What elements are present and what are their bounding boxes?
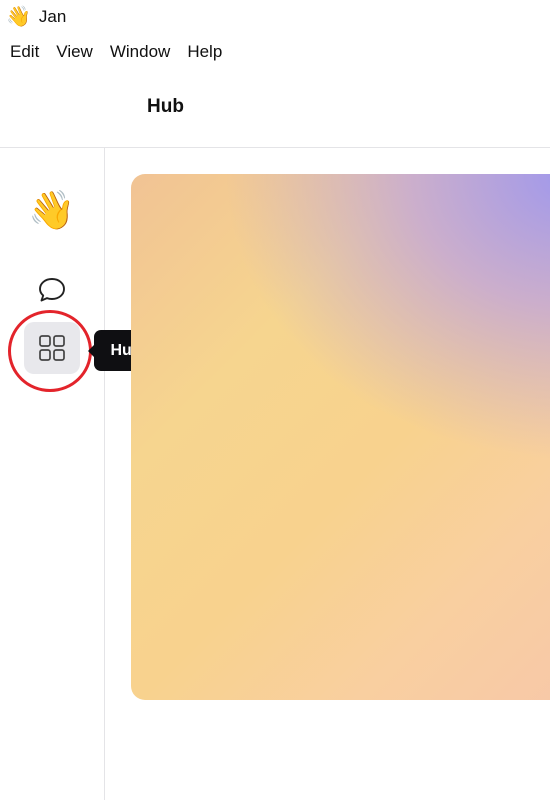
grid-icon — [39, 335, 65, 361]
app-emoji-icon: 👋 — [6, 6, 31, 28]
sidebar-divider — [104, 147, 105, 800]
title-bar: 👋 Jan — [0, 0, 550, 34]
app-window: 👋 Jan Edit View Window Help Hub 👋 Hub — [0, 0, 550, 800]
menu-view[interactable]: View — [56, 42, 93, 62]
sidebar-item-hub[interactable] — [24, 322, 80, 374]
sidebar: 👋 — [0, 148, 104, 800]
wave-emoji-icon: 👋 — [28, 190, 76, 232]
window-title: Jan — [38, 7, 67, 26]
hub-hero-banner — [131, 174, 550, 700]
menu-window[interactable]: Window — [110, 42, 170, 62]
sidebar-item-chat[interactable] — [32, 270, 72, 310]
sidebar-item-wave[interactable]: 👋 — [28, 190, 76, 232]
menu-bar: Edit View Window Help — [0, 38, 550, 66]
menu-edit[interactable]: Edit — [10, 42, 39, 62]
chat-icon — [39, 278, 65, 302]
page-title: Hub — [147, 96, 184, 117]
page-header: Hub — [0, 86, 550, 130]
menu-help[interactable]: Help — [187, 42, 222, 62]
